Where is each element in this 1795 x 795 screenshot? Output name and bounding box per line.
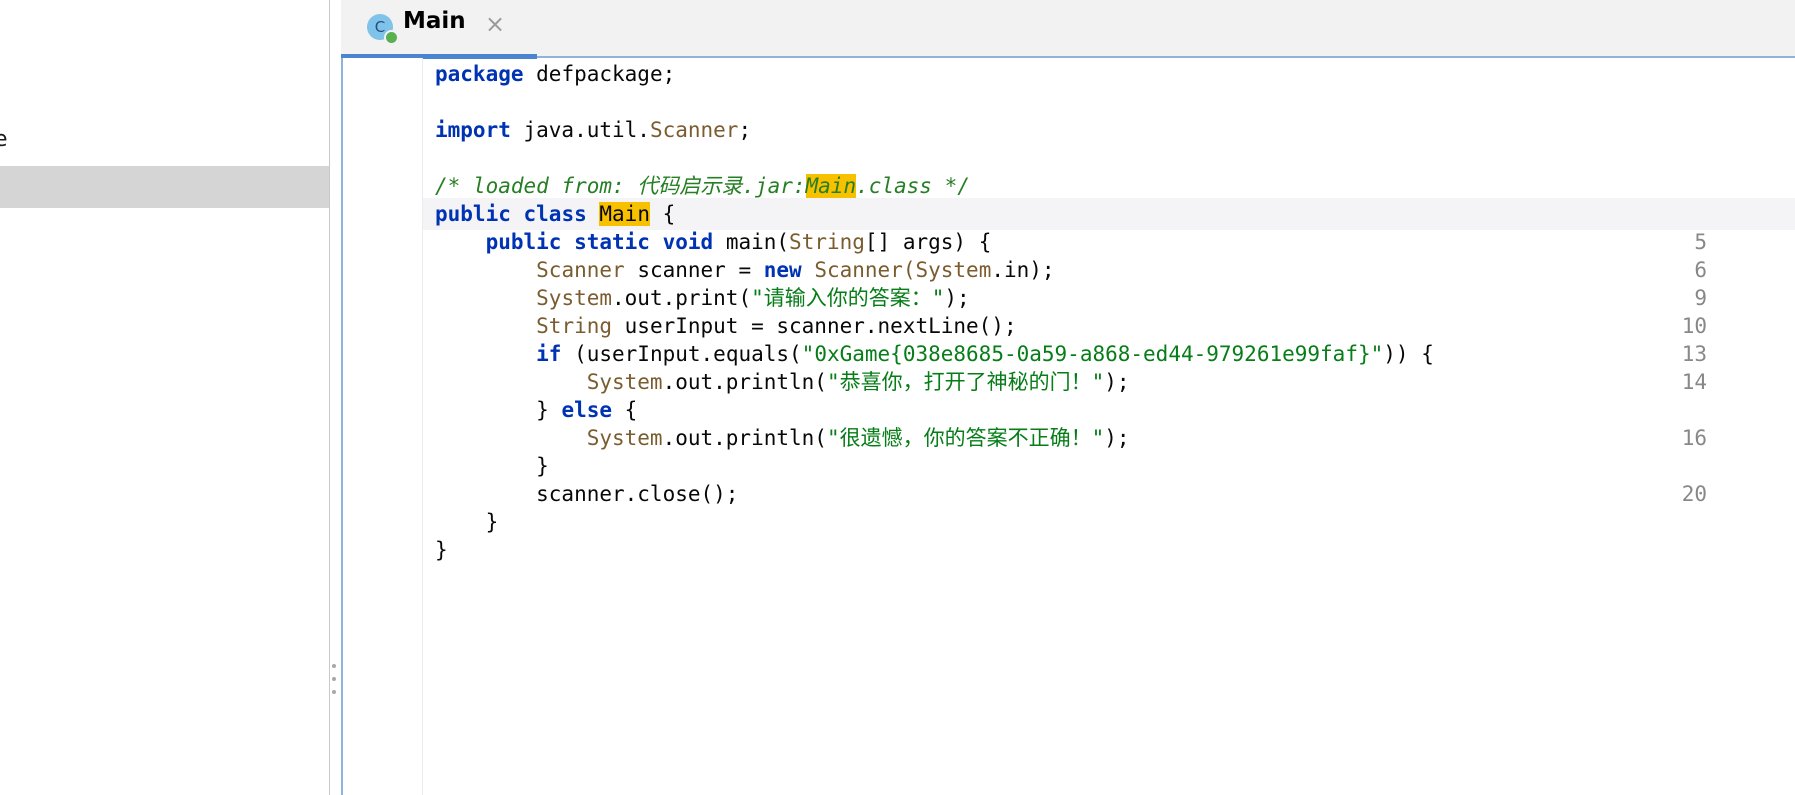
code-keyword: import <box>435 118 511 142</box>
code-keyword: static <box>574 230 650 254</box>
code-class-name: Scanner( <box>801 258 916 282</box>
project-tree-item-partial[interactable]: e <box>0 127 8 152</box>
code-text: } <box>435 538 448 562</box>
code-text: (userInput.equals( <box>561 342 802 366</box>
code-string: "很遗憾，你的答案不正确！" <box>826 426 1105 450</box>
code-comment-highlight: Main <box>805 174 857 198</box>
code-line[interactable]: } <box>423 534 1795 566</box>
code-text: [] args) { <box>864 230 992 254</box>
code-keyword: else <box>561 398 613 422</box>
code-text: } <box>435 398 562 422</box>
code-text: ); <box>1104 426 1130 450</box>
code-string: "请输入你的答案：" <box>751 286 945 310</box>
code-keyword: void <box>662 230 714 254</box>
code-class-name: System <box>915 258 992 282</box>
code-editor[interactable]: package defpackage; import java.util.Sca… <box>423 58 1795 795</box>
code-keyword: package <box>435 62 524 86</box>
code-class-name: System <box>586 370 663 394</box>
code-keyword: if <box>536 342 562 366</box>
code-comment: /* loaded from: 代码启示录.jar: <box>435 174 806 198</box>
code-class-name: String <box>789 230 865 254</box>
code-text: main( <box>713 230 790 254</box>
code-class-name: System <box>536 286 613 310</box>
code-text: ); <box>944 286 970 310</box>
code-keyword: class <box>523 202 587 226</box>
code-text: ); <box>1104 370 1130 394</box>
panel-splitter-handle[interactable] <box>331 664 337 694</box>
code-text: )) { <box>1383 342 1434 366</box>
project-panel: e <box>0 0 330 795</box>
code-text: .in); <box>991 258 1055 282</box>
code-line[interactable]: package defpackage; <box>423 58 1795 90</box>
code-text: { <box>649 202 676 226</box>
code-text: userInput = scanner.nextLine(); <box>612 314 1017 338</box>
code-text: scanner = <box>624 258 764 282</box>
code-text: ; <box>738 118 752 142</box>
code-string: "0xGame{038e8685-0a59-a868-ed44-979261e9… <box>801 342 1384 366</box>
code-text: .out.print( <box>612 286 752 310</box>
code-class-name: String <box>536 314 613 338</box>
tab-main[interactable]: C Main × <box>341 0 537 59</box>
editor-area: C Main × 4 5 6 9 10 13 14 16 20 package … <box>341 0 1795 795</box>
code-class-name: Scanner <box>536 258 625 282</box>
grip-dot <box>332 664 336 668</box>
code-text: .out.println( <box>662 426 827 450</box>
code-identifier-highlight: Main <box>599 202 650 226</box>
editor-tab-bar: C Main × <box>341 0 1795 59</box>
tab-label: Main <box>403 8 466 34</box>
code-comment: .class */ <box>856 174 970 198</box>
runnable-badge-icon <box>384 30 399 45</box>
code-text: .out.println( <box>662 370 827 394</box>
code-text: defpackage; <box>523 62 676 86</box>
line-number-gutter: 4 5 6 9 10 13 14 16 20 <box>343 58 1707 795</box>
grip-dot <box>332 690 336 694</box>
grip-dot <box>332 677 336 681</box>
close-icon[interactable]: × <box>485 10 505 38</box>
code-string: "恭喜你，打开了神秘的门！" <box>826 370 1105 394</box>
code-keyword: public <box>485 230 562 254</box>
code-text: java.util. <box>510 118 650 142</box>
code-keyword: public <box>435 202 511 226</box>
code-keyword: new <box>763 258 802 282</box>
code-text: { <box>612 398 638 422</box>
code-line[interactable]: import java.util.Scanner; <box>423 114 1795 146</box>
project-tree-selected-row[interactable] <box>0 166 329 208</box>
code-class-name: System <box>586 426 663 450</box>
code-class-name: Scanner <box>649 118 739 142</box>
